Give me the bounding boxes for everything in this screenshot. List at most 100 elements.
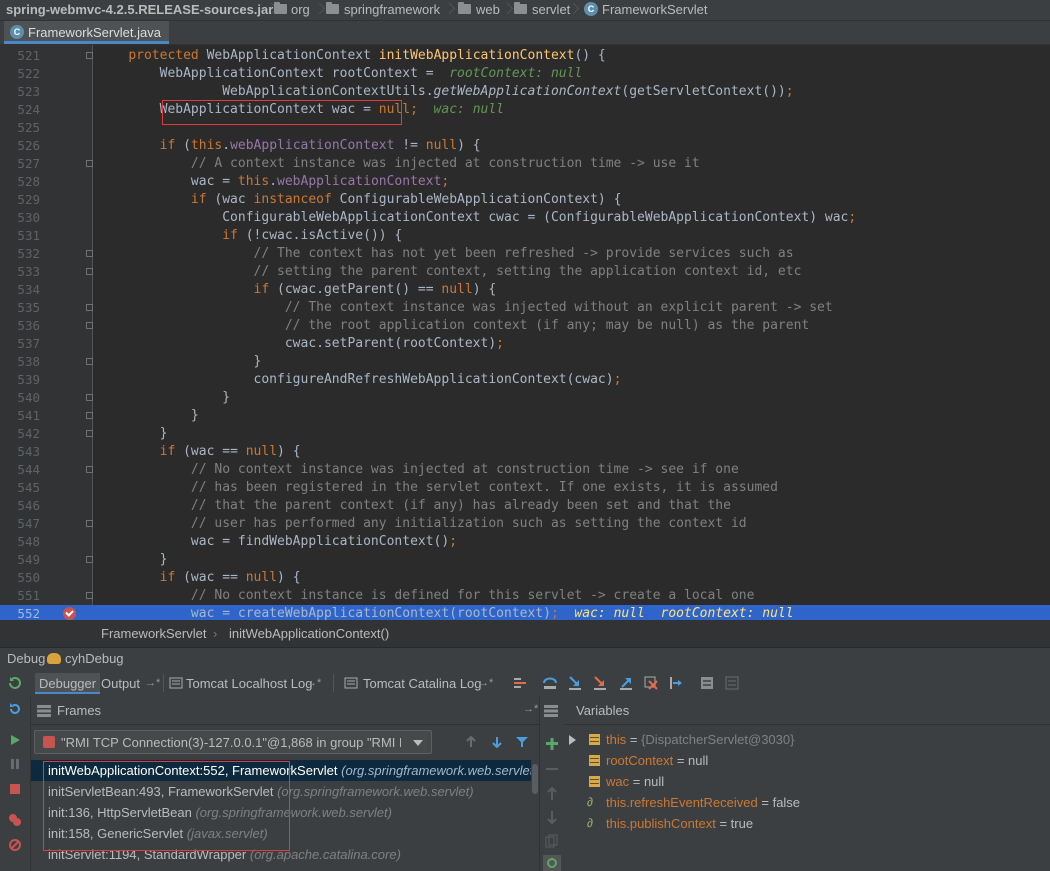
evaluate-expression-icon[interactable] — [699, 675, 715, 691]
move-up-icon[interactable] — [545, 787, 559, 801]
thread-selector[interactable]: "RMI TCP Connection(3)-127.0.0.1"@1,868 … — [34, 730, 432, 754]
code-line[interactable]: 550 if (wac == null) { — [0, 569, 1050, 587]
code-line[interactable]: 536 // the root application context (if … — [0, 317, 1050, 335]
fold-marker-icon[interactable] — [86, 592, 93, 599]
line-number[interactable]: 524 — [0, 101, 40, 119]
code-line[interactable]: 546 // that the parent context (if any) … — [0, 497, 1050, 515]
view-breakpoints-icon[interactable] — [8, 813, 22, 827]
pin-icon[interactable]: →* — [478, 677, 493, 689]
line-number[interactable]: 534 — [0, 281, 40, 299]
code-line[interactable]: 524 WebApplicationContext wac = null; wa… — [0, 101, 1050, 119]
fold-marker-icon[interactable] — [86, 394, 93, 401]
line-number[interactable]: 550 — [0, 569, 40, 587]
line-number[interactable]: 522 — [0, 65, 40, 83]
show-execution-point-icon[interactable] — [512, 675, 528, 691]
fold-marker-icon[interactable] — [86, 322, 93, 329]
tab-tomcat-localhost-log[interactable]: Tomcat Localhost Log — [182, 673, 316, 694]
filter-icon[interactable] — [515, 736, 529, 748]
code-line[interactable]: 530 ConfigurableWebApplicationContext cw… — [0, 209, 1050, 227]
code-line[interactable]: 545 // has been registered in the servle… — [0, 479, 1050, 497]
line-number[interactable]: 540 — [0, 389, 40, 407]
nav-crumb-springframework[interactable]: springframework — [344, 1, 440, 19]
watches-toggle-icon[interactable] — [543, 855, 561, 871]
code-line[interactable]: 541 } — [0, 407, 1050, 425]
arrow-down-icon[interactable] — [491, 736, 503, 748]
code-line[interactable]: 539 configureAndRefreshWebApplicationCon… — [0, 371, 1050, 389]
debug-config-name[interactable]: cyhDebug — [65, 651, 124, 666]
line-number[interactable]: 535 — [0, 299, 40, 317]
breakpoint-icon[interactable] — [63, 607, 76, 620]
line-number[interactable]: 532 — [0, 245, 40, 263]
nav-crumb-class[interactable]: FrameworkServlet — [602, 1, 707, 19]
code-line[interactable]: 525 — [0, 119, 1050, 137]
fold-marker-icon[interactable] — [86, 268, 93, 275]
line-number[interactable]: 547 — [0, 515, 40, 533]
fold-marker-icon[interactable] — [86, 556, 93, 563]
code-line[interactable]: 523 WebApplicationContextUtils.getWebApp… — [0, 83, 1050, 101]
code-line[interactable]: 535 // The context instance was injected… — [0, 299, 1050, 317]
editor-crumb-class[interactable]: FrameworkServlet — [101, 626, 206, 641]
code-line[interactable]: 540 } — [0, 389, 1050, 407]
nav-crumb-web[interactable]: web — [476, 1, 500, 19]
pin-icon[interactable]: →* — [306, 677, 321, 689]
line-number[interactable]: 521 — [0, 47, 40, 65]
move-down-icon[interactable] — [545, 810, 559, 824]
arrow-up-icon[interactable] — [465, 736, 477, 748]
code-line[interactable]: 534 if (cwac.getParent() == null) { — [0, 281, 1050, 299]
code-line[interactable]: 526 if (this.webApplicationContext != nu… — [0, 137, 1050, 155]
line-number[interactable]: 549 — [0, 551, 40, 569]
nav-crumb-org[interactable]: org — [291, 1, 310, 19]
code-line[interactable]: 547 // user has performed any initializa… — [0, 515, 1050, 533]
code-line[interactable]: 544 // No context instance was injected … — [0, 461, 1050, 479]
code-line[interactable]: 522 WebApplicationContext rootContext = … — [0, 65, 1050, 83]
code-line[interactable]: 542 } — [0, 425, 1050, 443]
nav-crumb-jar[interactable]: spring-webmvc-4.2.5.RELEASE-sources.jar — [6, 1, 273, 19]
line-number[interactable]: 530 — [0, 209, 40, 227]
line-number[interactable]: 545 — [0, 479, 40, 497]
line-number[interactable]: 551 — [0, 587, 40, 605]
copy-icon[interactable] — [545, 834, 559, 848]
tab-tomcat-catalina-log[interactable]: Tomcat Catalina Log — [359, 673, 486, 694]
line-number[interactable]: 546 — [0, 497, 40, 515]
file-tab[interactable]: C FrameworkServlet.java — [4, 21, 169, 44]
line-number[interactable]: 538 — [0, 353, 40, 371]
step-over-icon[interactable] — [542, 675, 558, 691]
line-number[interactable]: 543 — [0, 443, 40, 461]
frames-scrollbar[interactable] — [531, 760, 539, 871]
rerun-icon[interactable] — [7, 675, 23, 691]
line-number[interactable]: 533 — [0, 263, 40, 281]
force-step-into-icon[interactable] — [592, 675, 608, 691]
pin-icon[interactable]: →* — [523, 703, 538, 715]
code-line[interactable]: 548 wac = findWebApplicationContext(); — [0, 533, 1050, 551]
fold-marker-icon[interactable] — [86, 304, 93, 311]
code-line[interactable]: 529 if (wac instanceof ConfigurableWebAp… — [0, 191, 1050, 209]
code-line[interactable]: 552 wac = createWebApplicationContext(ro… — [0, 605, 1050, 620]
code-line[interactable]: 538 } — [0, 353, 1050, 371]
code-line[interactable]: 521 protected WebApplicationContext init… — [0, 47, 1050, 65]
restart-icon[interactable] — [8, 702, 22, 716]
line-number[interactable]: 528 — [0, 173, 40, 191]
line-number[interactable]: 527 — [0, 155, 40, 173]
line-number[interactable]: 526 — [0, 137, 40, 155]
code-editor[interactable]: 521 protected WebApplicationContext init… — [0, 45, 1050, 620]
fold-marker-icon[interactable] — [86, 520, 93, 527]
step-out-icon[interactable] — [618, 675, 634, 691]
scroll-thumb[interactable] — [532, 764, 538, 794]
line-number[interactable]: 539 — [0, 371, 40, 389]
nav-crumb-servlet[interactable]: servlet — [532, 1, 570, 19]
step-into-icon[interactable] — [567, 675, 583, 691]
stop-icon[interactable] — [8, 782, 22, 796]
resume-icon[interactable] — [8, 733, 22, 747]
trace-icon[interactable] — [724, 675, 740, 691]
line-number[interactable]: 529 — [0, 191, 40, 209]
drop-frame-icon[interactable] — [643, 675, 659, 691]
mute-breakpoints-icon[interactable] — [8, 838, 22, 852]
expand-icon[interactable] — [569, 735, 576, 745]
run-to-cursor-icon[interactable] — [668, 675, 684, 691]
fold-marker-icon[interactable] — [86, 358, 93, 365]
line-number[interactable]: 537 — [0, 335, 40, 353]
line-number[interactable]: 544 — [0, 461, 40, 479]
pause-icon[interactable] — [8, 757, 22, 771]
pin-icon[interactable]: →* — [145, 677, 160, 689]
line-number[interactable]: 531 — [0, 227, 40, 245]
